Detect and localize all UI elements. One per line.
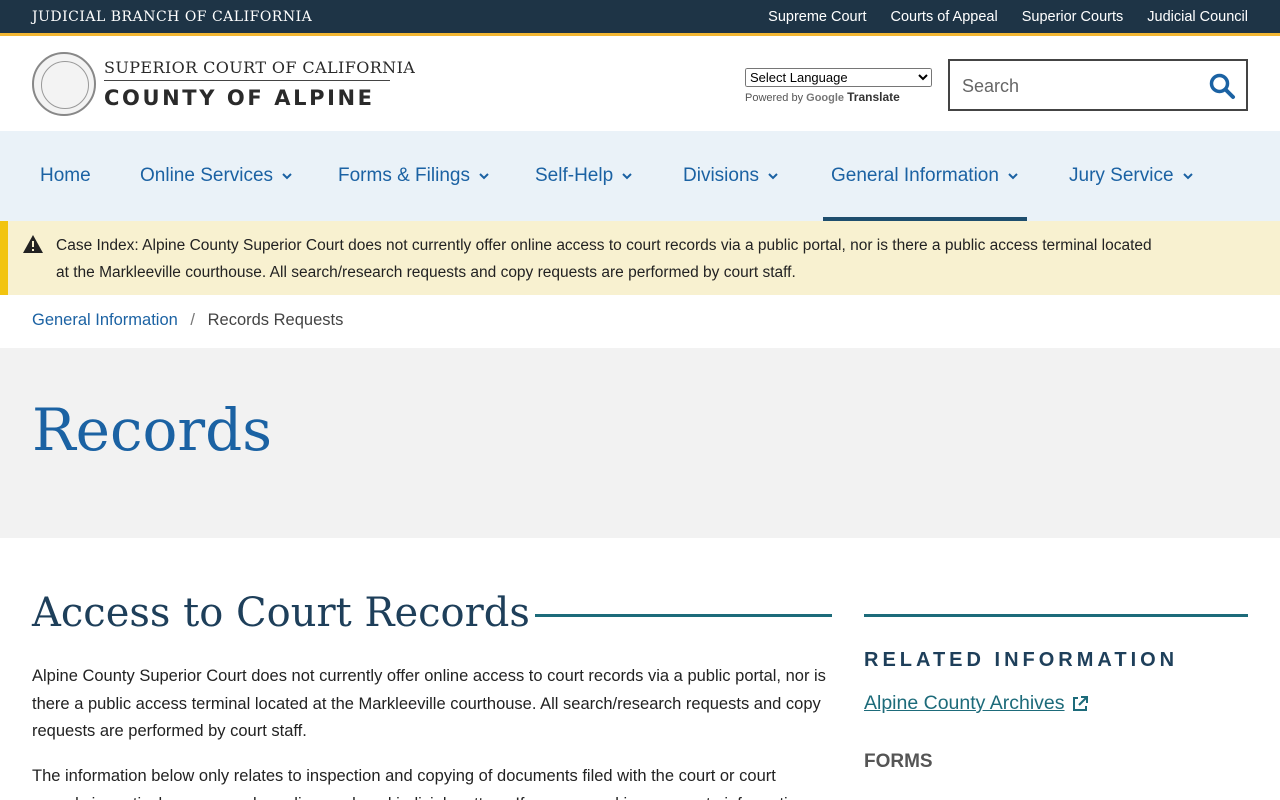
archives-link-label: Alpine County Archives [864,692,1065,714]
content-paragraph: Alpine County Superior Court does not cu… [32,667,826,740]
supreme-court-link[interactable]: Supreme Court [768,9,866,25]
page-hero: Records [0,348,1280,538]
search-input[interactable] [962,73,1202,99]
nav-general-information-label: General Information [831,165,999,186]
alpine-county-archives-link[interactable]: Alpine County Archives [864,692,1089,715]
breadcrumb: General Information / Records Requests [32,311,343,330]
nav-general-information[interactable]: General Information [823,131,1027,221]
nav-self-help[interactable]: Self-Help [535,131,633,221]
chevron-down-icon [1182,173,1193,180]
courts-of-appeal-link[interactable]: Courts of Appeal [890,9,997,25]
powered-by-label: Powered by [745,92,804,104]
forms-heading: FORMS [864,751,933,772]
nav-forms-filings-label: Forms & Filings [338,165,470,186]
google-logo-text: Google [806,92,845,104]
chevron-down-icon [479,173,489,180]
chevron-down-icon [622,173,632,180]
related-information-heading: RELATED INFORMATION [864,649,1179,671]
translate-link[interactable]: Translate [847,90,900,104]
nav-online-services-label: Online Services [140,165,274,186]
nav-divisions[interactable]: Divisions [683,131,779,221]
language-selector: Select Language [745,68,932,87]
case-index-alert: Case Index: Alpine County Superior Court… [0,221,1280,295]
nav-divisions-label: Divisions [683,165,760,186]
nav-online-services[interactable]: Online Services [140,131,293,221]
search-icon[interactable] [1208,72,1236,100]
breadcrumb-general-information[interactable]: General Information [32,311,178,329]
google-translate-attribution: Powered by Google Translate [745,90,900,104]
breadcrumb-separator: / [190,311,196,329]
chevron-down-icon [1008,173,1018,180]
section-title-rule [535,614,832,617]
search-box [948,59,1248,111]
site-header: SUPERIOR COURT OF CALIFORNIA COUNTY OF A… [0,39,1280,131]
nav-jury-service[interactable]: Jury Service [1069,131,1194,221]
content-paragraph: The information below only relates to in… [32,767,806,800]
utility-links: Supreme Court Courts of Appeal Superior … [768,9,1248,25]
nav-home[interactable]: Home [40,131,91,221]
page-title: Records [32,396,273,464]
language-select[interactable]: Select Language [745,68,932,87]
alert-message: Alpine County Superior Court does not cu… [56,237,1152,281]
chevron-down-icon [282,173,292,180]
warning-icon [23,235,43,253]
logo-county-name[interactable]: COUNTY OF ALPINE [104,86,375,110]
nav-jury-service-label: Jury Service [1069,165,1174,186]
nav-forms-filings[interactable]: Forms & Filings [338,131,490,221]
nav-home-label: Home [40,165,91,186]
section-title: Access to Court Records [32,590,530,636]
alert-label: Case Index: [56,237,139,254]
chevron-down-icon [768,173,778,180]
external-link-icon [1072,695,1088,711]
breadcrumb-current: Records Requests [207,311,344,329]
logo-court-name[interactable]: SUPERIOR COURT OF CALIFORNIA [104,58,415,77]
main-navigation: Home Online Services Forms & Filings Sel… [0,131,1280,221]
court-seal-logo[interactable] [32,52,96,116]
logo-divider [104,80,390,81]
superior-courts-link[interactable]: Superior Courts [1022,9,1124,25]
judicial-branch-title[interactable]: JUDICIAL BRANCH OF CALIFORNIA [32,9,312,25]
alert-text: Case Index: Alpine County Superior Court… [56,232,1166,286]
utility-bar: JUDICIAL BRANCH OF CALIFORNIA Supreme Co… [0,0,1280,36]
sidebar-rule [864,614,1248,617]
nav-self-help-label: Self-Help [535,165,614,186]
judicial-council-link[interactable]: Judicial Council [1147,9,1248,25]
